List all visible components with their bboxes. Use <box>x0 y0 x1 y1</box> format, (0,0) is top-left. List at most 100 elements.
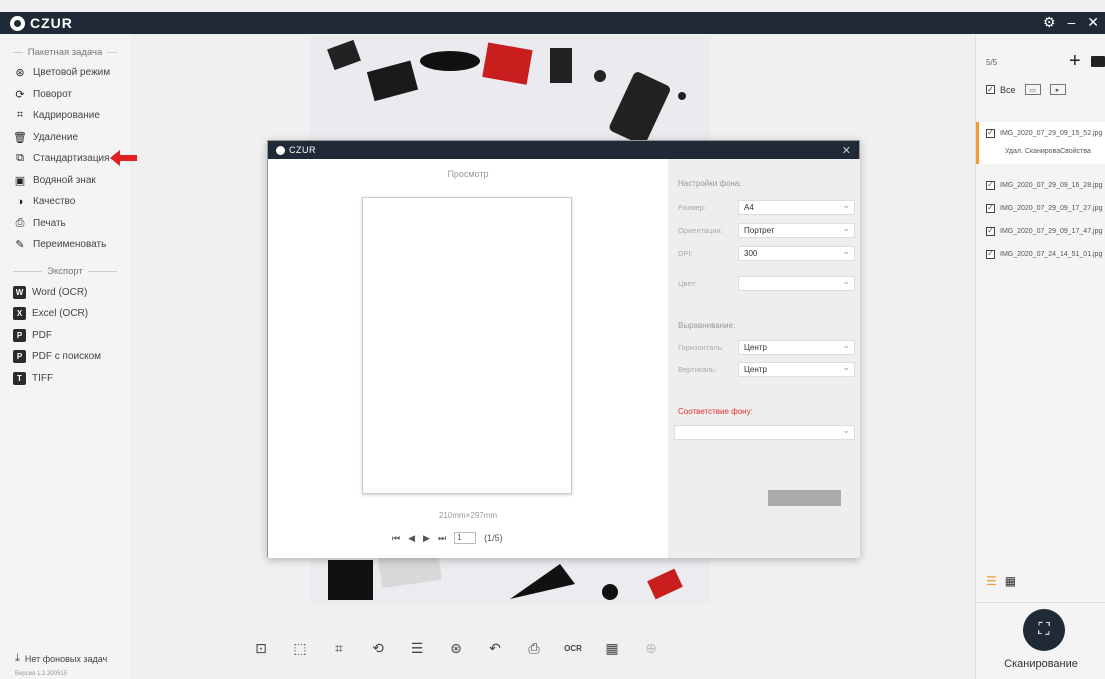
size-select[interactable]: A4 <box>738 199 855 215</box>
page-size-label: 210mm×297mm <box>438 511 498 520</box>
delete-icon: 🗑 <box>13 131 27 144</box>
sidebar-item-delete[interactable]: 🗑 Удаление <box>0 127 130 149</box>
scan-photo-bottom-icon <box>328 549 683 600</box>
horizontal-align-select[interactable]: Центр <box>738 339 855 355</box>
print-icon[interactable]: ⎙ <box>523 638 545 658</box>
last-page-icon[interactable]: ⏭ <box>438 533 446 544</box>
vertical-label: Вертикаль: <box>678 365 717 374</box>
dialog-title-bar: CZUR <box>268 141 859 159</box>
scan-button[interactable]: ⛶ <box>1023 609 1065 651</box>
image-view-icon[interactable]: ▭ <box>1024 84 1041 95</box>
sidebar-item-label: Стандартизация <box>33 153 110 165</box>
export-item-pdf[interactable]: P PDF <box>0 325 130 347</box>
background-tasks-status[interactable]: ⤓ Нет фоновых задач <box>15 652 107 665</box>
sidebar-item-label: Печать <box>33 217 66 229</box>
dialog-close-icon[interactable]: ✕ <box>842 144 851 157</box>
sidebar-item-quality[interactable]: ◑ Качество <box>0 191 130 213</box>
file-checkbox[interactable]: ✓ <box>986 128 995 138</box>
merge-icon: ⊕ <box>645 639 657 656</box>
play-icon[interactable]: ▸ <box>1049 84 1066 95</box>
next-page-icon[interactable]: ▶ <box>423 533 430 544</box>
sidebar-item-watermark[interactable]: ▣ Водяной знак <box>0 170 130 192</box>
first-page-icon[interactable]: ⏮ <box>392 533 400 544</box>
color-icon[interactable]: ⊛ <box>445 638 467 658</box>
scan-label: Сканирование <box>1004 658 1078 670</box>
tiff-icon: T <box>13 371 26 385</box>
file-actions[interactable]: Удал. СканироваСвойства <box>1005 148 1091 155</box>
minimize-icon[interactable]: – <box>1067 14 1075 31</box>
prev-page-icon[interactable]: ◀ <box>408 533 415 544</box>
sidebar-item-label: Водяной знак <box>33 174 96 186</box>
undo-icon[interactable]: ↶ <box>484 638 506 658</box>
file-checkbox[interactable]: ✓ <box>986 180 995 190</box>
version-label: Версия 1.2.200515 <box>15 671 67 677</box>
crop-icon[interactable]: ⌗ <box>328 638 350 658</box>
size-label: Размер: <box>678 203 706 212</box>
background-tasks-label: Нет фоновых задач <box>24 653 108 664</box>
sidebar-item-label: Поворот <box>33 88 72 100</box>
czur-logo: CZUR <box>10 15 73 31</box>
sidebar-item-label: Качество <box>33 196 76 208</box>
scan-image-top <box>310 36 710 146</box>
folder-icon[interactable] <box>1091 56 1105 67</box>
ocr-icon[interactable]: OCR <box>562 638 584 658</box>
select-icon[interactable]: ⬚ <box>289 638 311 658</box>
file-count: 5/5 <box>986 58 998 67</box>
adjust-icon[interactable]: ☰ <box>406 638 428 658</box>
export-item-searchable-pdf[interactable]: P PDF с поиском <box>0 346 130 368</box>
right-panel: 5/5 + ✓ Все ▭ ▸ ✓ IMG_2020_07_29_09_15_5… <box>975 34 1105 679</box>
file-checkbox[interactable]: ✓ <box>986 226 995 236</box>
file-name: IMG_2020_07_29_09_17_27.jpg <box>1000 204 1103 212</box>
sidebar-item-color-mode[interactable]: ⊛ Цветовой режим <box>0 62 130 84</box>
vertical-align-select[interactable]: Центр <box>738 361 855 377</box>
qr-icon[interactable]: ▦ <box>601 638 623 658</box>
match-background-title: Соответствие фону: <box>678 407 753 416</box>
file-item[interactable]: ✓ IMG_2020_07_29_09_17_47.jpg <box>976 220 1105 242</box>
export-item-label: Word (OCR) <box>32 286 88 298</box>
match-background-select[interactable] <box>674 424 855 440</box>
scan-image-bottom <box>310 549 710 604</box>
export-item-excel[interactable]: X Excel (OCR) <box>0 303 130 325</box>
close-icon[interactable]: ✕ <box>1087 14 1099 31</box>
file-item-active[interactable]: ✓ IMG_2020_07_29_09_15_52.jpg Удал. Скан… <box>976 122 1105 164</box>
sidebar-item-rename[interactable]: ✎ Переименовать <box>0 234 130 256</box>
split-icon[interactable]: ⊡ <box>250 638 272 658</box>
grid-view-icon[interactable]: ▦ <box>1005 574 1016 588</box>
settings-gear-icon[interactable]: ⚙ <box>1043 14 1056 31</box>
sidebar-item-crop[interactable]: ⌗ Кадрирование <box>0 105 130 127</box>
add-icon[interactable]: + <box>1069 50 1081 73</box>
rotate-icon[interactable]: ⟲ <box>367 638 389 658</box>
select-all-checkbox[interactable]: ✓ <box>986 85 995 94</box>
export-item-label: Excel (OCR) <box>32 308 89 320</box>
export-item-label: PDF с поиском <box>32 351 102 363</box>
file-item[interactable]: ✓ IMG_2020_07_29_09_16_28.jpg <box>976 174 1105 196</box>
scan-area: ⛶ Сканирование <box>976 602 1105 679</box>
orientation-select[interactable]: Портрет <box>738 222 855 238</box>
list-view-icon[interactable]: ☰ <box>986 574 997 588</box>
sidebar-item-print[interactable]: ⎙ Печать <box>0 213 130 235</box>
pager: ⏮ ◀ ▶ ⏭ 1 (1/5) <box>392 532 503 544</box>
export-item-tiff[interactable]: T TIFF <box>0 368 130 390</box>
color-mode-icon: ⊛ <box>15 67 25 80</box>
color-select[interactable] <box>738 275 855 291</box>
horizontal-label: Горизонталь: <box>678 343 724 352</box>
pdf-icon: P <box>13 328 26 342</box>
background-settings-title: Настройки фона: <box>678 179 742 188</box>
file-item[interactable]: ✓ IMG_2020_07_24_14_51_01.jpg <box>976 243 1105 265</box>
print-icon: ⎙ <box>15 216 25 229</box>
sidebar-item-rotate[interactable]: ⟳ Поворот <box>0 84 130 106</box>
searchable-pdf-icon: P <box>13 350 26 364</box>
scan-icon: ⛶ <box>1038 621 1050 638</box>
file-item[interactable]: ✓ IMG_2020_07_29_09_17_27.jpg <box>976 197 1105 219</box>
batch-section-title: Пакетная задача <box>0 42 130 62</box>
file-checkbox[interactable]: ✓ <box>986 249 995 259</box>
page-number-input[interactable]: 1 <box>454 532 477 544</box>
file-name: IMG_2020_07_29_09_15_52.jpg <box>1000 129 1103 137</box>
apply-button[interactable] <box>768 490 841 506</box>
export-item-word[interactable]: W Word (OCR) <box>0 282 130 304</box>
file-name: IMG_2020_07_24_14_51_01.jpg <box>1000 250 1103 258</box>
page-preview <box>362 197 572 494</box>
dpi-select[interactable]: 300 <box>738 245 855 261</box>
standardize-icon: ⧉ <box>16 152 24 165</box>
file-checkbox[interactable]: ✓ <box>986 203 995 213</box>
